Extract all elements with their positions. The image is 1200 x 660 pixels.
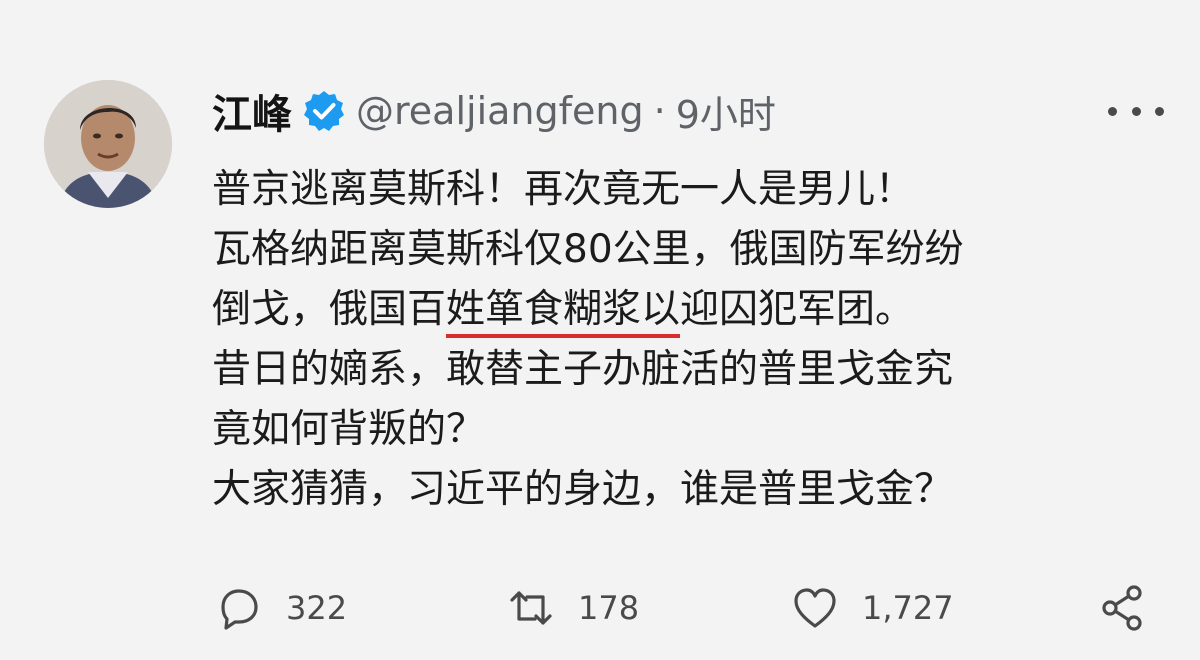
- like-button[interactable]: 1,727: [790, 578, 954, 638]
- tweet-line: 倒戈，俄国百姓箪食糊浆以迎囚犯军团。: [212, 280, 1152, 340]
- tweet-line-text: 迎囚犯军团。: [680, 287, 915, 332]
- author-display-name[interactable]: 江峰: [212, 82, 292, 140]
- tweet-line: 瓦格纳距离莫斯科仅80公里，俄国防军纷纷: [212, 220, 1152, 280]
- action-bar: 322 178 1,727: [0, 578, 1200, 638]
- tweet-line-text: 昔日的嫡系，敢替主子办脏活的普里戈金究: [212, 347, 954, 392]
- like-count: 1,727: [862, 589, 954, 627]
- tweet-line: 大家猜猜，习近平的身边，谁是普里戈金？: [212, 460, 1152, 520]
- tweet-line-text: 竟如何背叛的？: [212, 407, 486, 452]
- author-handle[interactable]: @realjiangfeng: [356, 89, 644, 133]
- share-button[interactable]: [1098, 578, 1148, 638]
- retweet-icon: [510, 591, 552, 625]
- tweet-line: 普京逃离莫斯科！再次竟无一人是男儿！: [212, 160, 1152, 220]
- tweet-text: 普京逃离莫斯科！再次竟无一人是男儿！ 瓦格纳距离莫斯科仅80公里，俄国防军纷纷 …: [212, 160, 1152, 520]
- tweet-line-text: 瓦格纳距离莫斯科仅80公里，俄国防军纷纷: [212, 227, 964, 272]
- retweet-count: 178: [578, 589, 640, 627]
- reply-icon: [221, 589, 258, 630]
- share-icon: [1102, 585, 1142, 631]
- reply-button[interactable]: 322: [214, 578, 347, 638]
- verified-badge-icon: [302, 89, 346, 133]
- more-dots-icon[interactable]: [1108, 96, 1164, 126]
- tweet-line: 昔日的嫡系，敢替主子办脏活的普里戈金究: [212, 340, 1152, 400]
- tweet-line-text: 普京逃离莫斯科！再次竟无一人是男儿！: [212, 167, 915, 212]
- reply-count: 322: [286, 589, 348, 627]
- avatar-photo: [44, 80, 172, 208]
- post-time[interactable]: 9小时: [676, 84, 776, 139]
- tweet-line-text: 倒戈，俄国百: [212, 287, 447, 332]
- header-separator: ·: [653, 89, 666, 133]
- tweet-header: 江峰 @realjiangfeng · 9小时: [212, 82, 776, 140]
- underlined-phrase: 姓箪食糊浆以: [446, 287, 681, 338]
- tweet-line: 竟如何背叛的？: [212, 400, 1152, 460]
- avatar[interactable]: [44, 80, 172, 208]
- retweet-button[interactable]: 178: [506, 578, 639, 638]
- heart-icon: [794, 588, 836, 628]
- tweet-card: 江峰 @realjiangfeng · 9小时 普京逃离莫斯科！再次竟无一人是男…: [0, 0, 1200, 660]
- tweet-line-text: 大家猜猜，习近平的身边，谁是普里戈金？: [212, 467, 954, 512]
